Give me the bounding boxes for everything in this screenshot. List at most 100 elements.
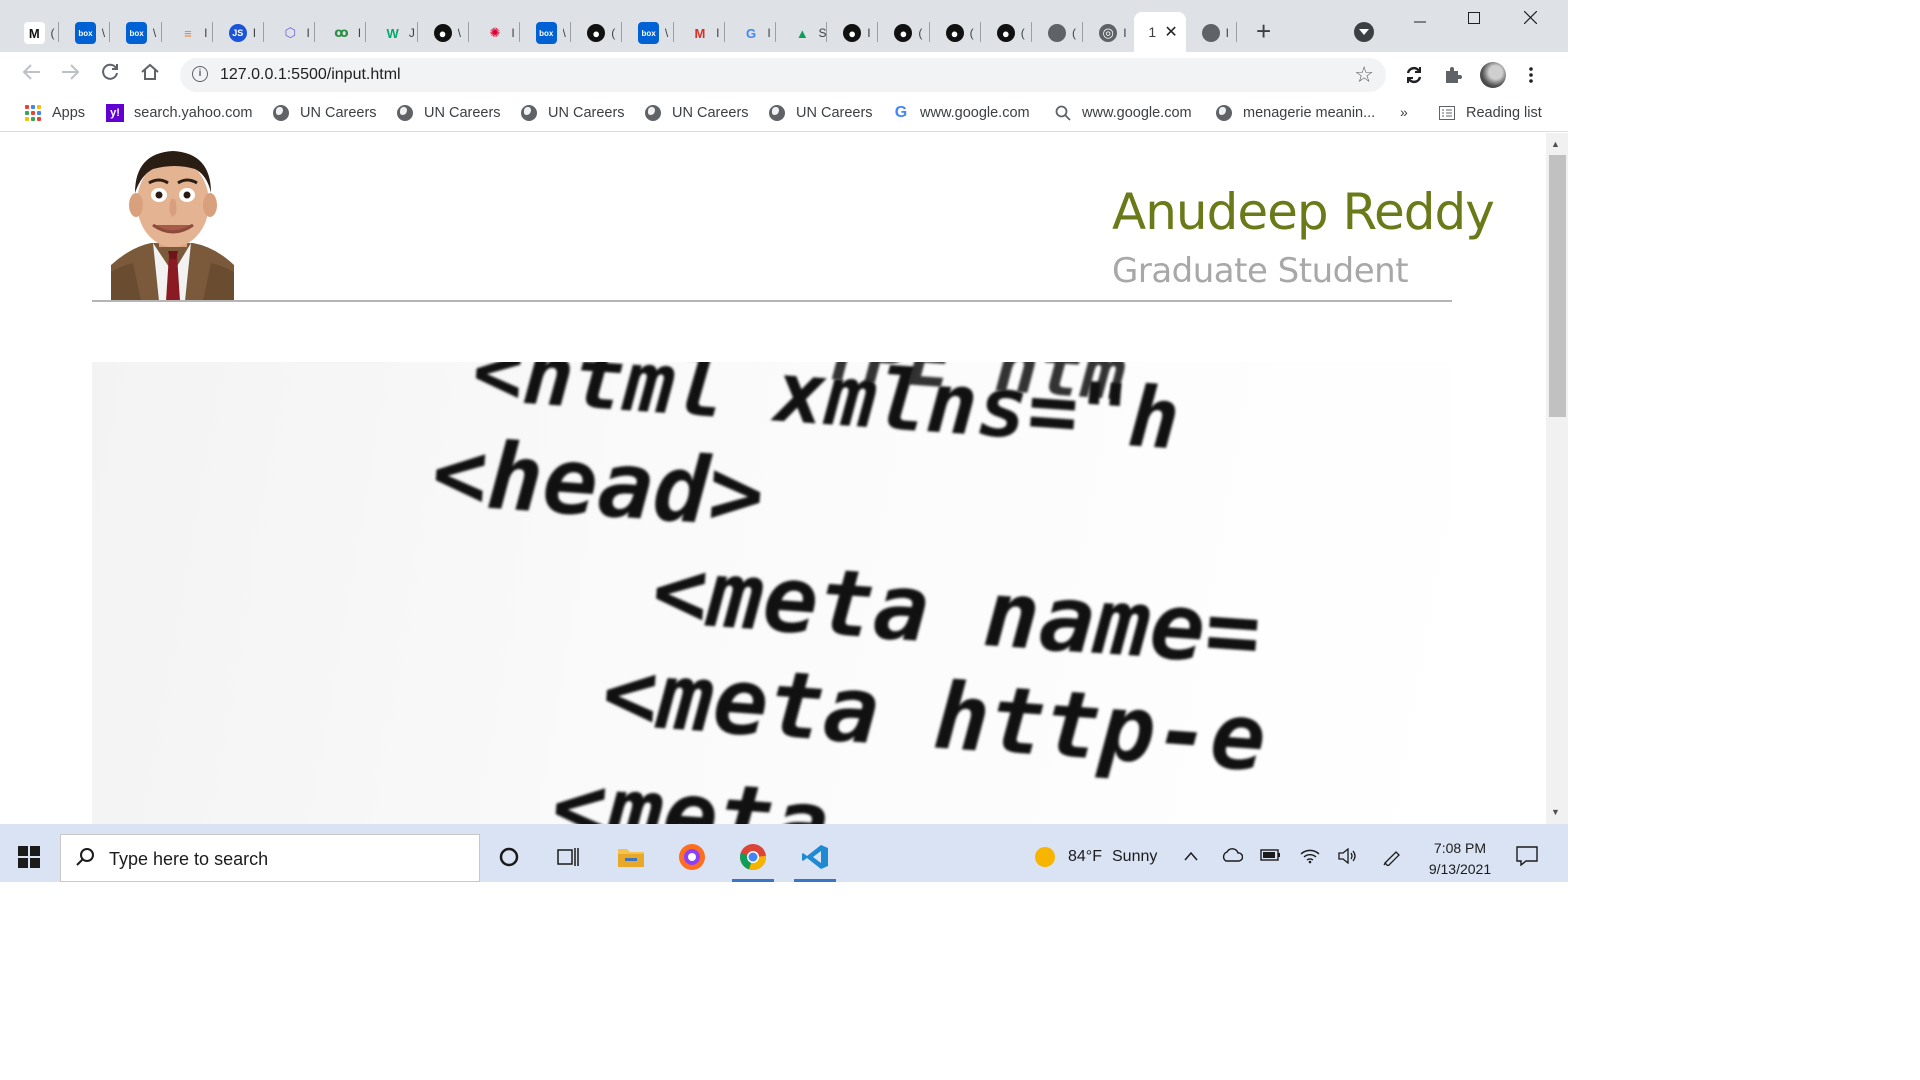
browser-toolbar: i 127.0.0.1:5500/input.html ☆ <box>0 52 1568 98</box>
bookmark-label: UN Careers <box>796 105 873 121</box>
close-tab-icon[interactable]: ✕ <box>1164 22 1177 42</box>
browser-tab[interactable]: ✺ I <box>469 14 519 52</box>
browser-tab[interactable]: 1 ✕ <box>1134 12 1187 52</box>
task-view-button[interactable] <box>554 842 584 872</box>
profile-photo <box>111 147 234 301</box>
bookmark-item[interactable]: UN Careers <box>396 104 501 122</box>
globe-icon <box>520 104 538 122</box>
scroll-up-arrow-icon[interactable]: ▲ <box>1551 139 1560 149</box>
tab-title: ( <box>1072 26 1076 40</box>
sync-extension-icon[interactable] <box>1403 64 1425 86</box>
browser-tab[interactable]: ( <box>1032 14 1082 52</box>
bookmark-item[interactable]: UN Careers <box>644 104 749 122</box>
browser-tab[interactable]: M( <box>8 14 58 52</box>
browser-tab[interactable]: I <box>1186 14 1236 52</box>
globe-icon <box>396 104 414 122</box>
scroll-down-arrow-icon[interactable]: ▼ <box>1551 807 1560 817</box>
menu-kebab-icon[interactable] <box>1520 64 1542 86</box>
reload-button[interactable] <box>100 62 120 87</box>
browser-tab[interactable]: JS I <box>213 14 263 52</box>
cortana-button[interactable] <box>494 842 524 872</box>
tab-title: \ <box>664 26 669 40</box>
bookmark-label: UN Careers <box>548 105 625 121</box>
taskbar-search-box[interactable]: Type here to search <box>60 834 480 882</box>
browser-tab[interactable]: MI <box>674 14 724 52</box>
browser-tab[interactable]: GI <box>725 14 775 52</box>
browser-tab[interactable]: ⬡ I <box>264 14 314 52</box>
medium-icon: M <box>24 22 45 44</box>
browser-tab[interactable]: ●( <box>981 14 1031 52</box>
address-bar[interactable]: i 127.0.0.1:5500/input.html ☆ <box>180 58 1386 92</box>
tab-title: I <box>1225 26 1229 40</box>
bookmark-item[interactable]: y! search.yahoo.com <box>106 104 252 122</box>
chrome-icon: ◎ <box>1099 24 1118 42</box>
tab-title: ( <box>918 26 923 40</box>
minimize-button[interactable] <box>1414 8 1426 29</box>
tab-title: I <box>1123 26 1127 40</box>
bookmark-item[interactable]: UN Careers <box>520 104 625 122</box>
browser-tab[interactable]: ●( <box>571 14 621 52</box>
notifications-icon[interactable] <box>1516 846 1538 871</box>
back-button[interactable] <box>22 62 42 87</box>
browser-tab[interactable]: box \ <box>110 14 160 52</box>
browser-tab[interactable]: box \ <box>622 14 672 52</box>
windows-start-button[interactable] <box>18 846 40 868</box>
bookmark-item[interactable]: Gwww.google.com <box>892 104 1030 122</box>
js-icon: JS <box>228 24 247 42</box>
browser-tab[interactable]: box \ <box>520 14 570 52</box>
bookmarks-bar: Apps y! search.yahoo.com UN Careers UN Caree… <box>0 98 1568 132</box>
browser-tab[interactable]: ●( <box>878 14 928 52</box>
tab-title: S <box>818 26 826 40</box>
browser-tab[interactable]: ● \ <box>418 14 468 52</box>
chevron-up-icon[interactable] <box>1184 848 1198 866</box>
box-icon: box <box>638 22 659 44</box>
profile-avatar[interactable] <box>1480 62 1506 88</box>
drive-icon: ▲ <box>795 25 809 41</box>
browser-tab[interactable]: ● I <box>827 14 877 52</box>
bookmark-item[interactable]: Apps <box>24 104 85 122</box>
weather-temperature[interactable]: 84°F <box>1068 848 1102 866</box>
weather-sun-icon[interactable] <box>1034 846 1056 873</box>
taskbar-clock[interactable]: 7:08 PM 9/13/2021 <box>1420 838 1500 880</box>
wifi-icon[interactable] <box>1300 848 1320 869</box>
browser-tab[interactable]: ◎ I <box>1083 14 1133 52</box>
browser-tab[interactable]: ▲ S <box>776 14 826 52</box>
avast-browser-button[interactable] <box>677 842 707 872</box>
bookmarks-overflow-button[interactable]: » <box>1400 104 1408 120</box>
reading-list-button[interactable]: Reading list <box>1438 104 1542 122</box>
yahoo-icon: y! <box>106 104 124 122</box>
browser-tab[interactable]: WJ <box>366 14 416 52</box>
bookmark-item[interactable]: www.google.com <box>1054 104 1192 122</box>
bookmark-item[interactable]: UN Careers <box>768 104 873 122</box>
bookmark-item[interactable]: UN Careers <box>272 104 377 122</box>
address-url[interactable]: 127.0.0.1:5500/input.html <box>220 66 401 84</box>
home-button[interactable] <box>140 62 160 87</box>
new-tab-button[interactable]: + <box>1256 18 1271 44</box>
gear-hex-icon: ⬡ <box>284 25 296 40</box>
browser-tab[interactable]: box \ <box>59 14 109 52</box>
browser-tab[interactable]: ꝏI <box>315 14 365 52</box>
browser-tab[interactable]: ≡ I <box>162 14 212 52</box>
weather-condition[interactable]: Sunny <box>1112 848 1157 866</box>
pen-workspace-icon[interactable] <box>1382 848 1402 871</box>
bookmark-star-icon[interactable]: ☆ <box>1354 62 1374 88</box>
site-info-icon[interactable]: i <box>192 66 208 82</box>
extensions-puzzle-icon[interactable] <box>1442 64 1464 86</box>
onedrive-cloud-icon[interactable] <box>1221 848 1244 867</box>
volume-icon[interactable] <box>1338 847 1358 869</box>
battery-icon[interactable] <box>1260 848 1282 867</box>
vscode-taskbar-button[interactable] <box>794 842 836 882</box>
hero-subtitle: Graduate Student <box>1112 251 1409 291</box>
close-window-button[interactable] <box>1523 8 1538 29</box>
bookmark-item[interactable]: menagerie meanin... <box>1215 104 1375 122</box>
chrome-taskbar-button[interactable] <box>732 842 774 882</box>
github-icon: ● <box>433 24 452 42</box>
file-explorer-button[interactable] <box>616 842 646 872</box>
maximize-button[interactable] <box>1468 8 1480 29</box>
page-scrollbar[interactable]: ▲ ▼ <box>1546 133 1568 824</box>
tab-title: \ <box>152 26 157 40</box>
scrollbar-thumb[interactable] <box>1549 155 1566 417</box>
forward-button[interactable] <box>60 62 80 87</box>
tab-search-button[interactable] <box>1354 22 1374 42</box>
browser-tab[interactable]: ●( <box>930 14 980 52</box>
